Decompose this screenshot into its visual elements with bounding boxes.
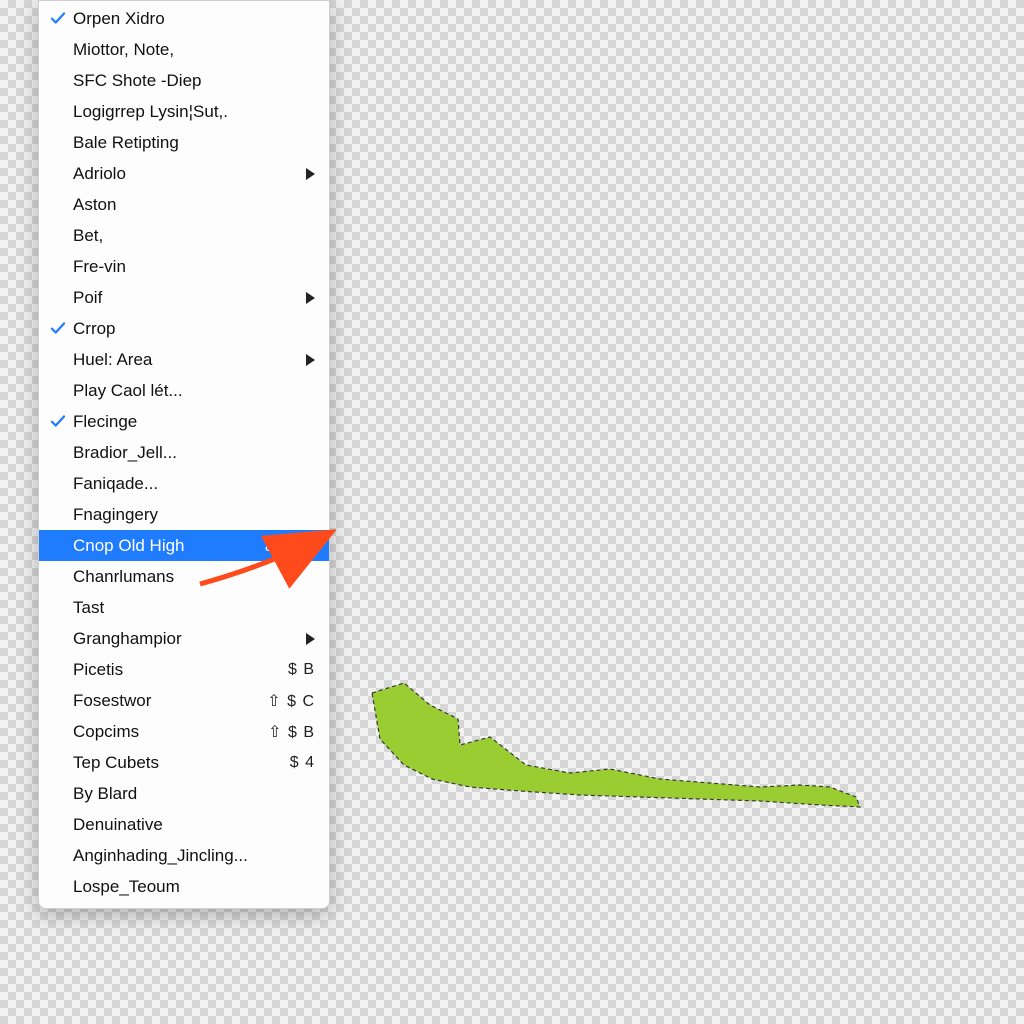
check-icon (49, 9, 67, 27)
menu-item-5[interactable]: Adriolo (39, 158, 329, 189)
menu-item-label: Bale Retipting (73, 133, 315, 153)
menu-item-label: Chanrlumans (73, 567, 315, 587)
menu-item-label: Fosestwor (73, 691, 257, 711)
menu-item-12[interactable]: Play Caol lét... (39, 375, 329, 406)
menu-item-0[interactable]: Orpen Xidro (39, 3, 329, 34)
menu-item-4[interactable]: Bale Retipting (39, 127, 329, 158)
chevron-right-icon (306, 633, 315, 645)
menu-item-label: Crrop (73, 319, 315, 339)
menu-item-8[interactable]: Fre-vin (39, 251, 329, 282)
menu-item-10[interactable]: Crrop (39, 313, 329, 344)
menu-item-label: Poif (73, 288, 296, 308)
menu-item-28[interactable]: Lospe_Teoum (39, 871, 329, 902)
chevron-right-icon (306, 540, 315, 552)
menu-item-label: By Blard (73, 784, 315, 804)
menu-item-24[interactable]: Tep Cubets $ 4 (39, 747, 329, 778)
menu-item-16[interactable]: Fnagingery (39, 499, 329, 530)
menu-item-label: Adriolo (73, 164, 296, 184)
menu-item-shortcut: ⇧ $ C (267, 691, 315, 711)
menu-item-label: Fnagingery (73, 505, 315, 525)
menu-item-shortcut: ⇧ $ B (268, 722, 315, 742)
chevron-right-icon (306, 354, 315, 366)
menu-item-label: Flecinge (73, 412, 315, 432)
menu-item-25[interactable]: By Blard (39, 778, 329, 809)
menu-item-6[interactable]: Aston (39, 189, 329, 220)
menu-item-27[interactable]: Anginhading_Jincling... (39, 840, 329, 871)
menu-item-label: Bradior_Jell... (73, 443, 315, 463)
dropdown-menu[interactable]: Orpen Xidro Miottor, Note, SFC Shote -Diep… (38, 0, 330, 909)
menu-item-20[interactable]: Granghampior (39, 623, 329, 654)
selection-shape[interactable] (360, 675, 870, 815)
menu-item-shortcut: ⌘ $ (264, 536, 296, 556)
menu-item-label: Picetis (73, 660, 278, 680)
menu-item-label: Lospe_Teoum (73, 877, 315, 897)
menu-item-label: Huel: Area (73, 350, 296, 370)
menu-item-label: Anginhading_Jincling... (73, 846, 315, 866)
menu-item-label: Bet, (73, 226, 315, 246)
menu-item-23[interactable]: Copcims ⇧ $ B (39, 716, 329, 747)
menu-item-18[interactable]: Chanrlumans (39, 561, 329, 592)
menu-item-label: Copcims (73, 722, 258, 742)
chevron-right-icon (306, 292, 315, 304)
menu-item-label: Granghampior (73, 629, 296, 649)
menu-item-label: Miottor, Note, (73, 40, 315, 60)
menu-item-label: Faniqade... (73, 474, 315, 494)
menu-item-14[interactable]: Bradior_Jell... (39, 437, 329, 468)
menu-item-label: Tast (73, 598, 315, 618)
menu-item-label: Logigrrep Lysin¦Sut,. (73, 102, 315, 122)
menu-item-11[interactable]: Huel: Area (39, 344, 329, 375)
menu-item-label: Aston (73, 195, 315, 215)
menu-item-3[interactable]: Logigrrep Lysin¦Sut,. (39, 96, 329, 127)
menu-item-17[interactable]: Cnop Old High ⌘ $ (39, 530, 329, 561)
menu-item-2[interactable]: SFC Shote -Diep (39, 65, 329, 96)
menu-item-13[interactable]: Flecinge (39, 406, 329, 437)
menu-item-label: Tep Cubets (73, 753, 280, 773)
menu-item-26[interactable]: Denuinative (39, 809, 329, 840)
check-icon (49, 412, 67, 430)
menu-item-15[interactable]: Faniqade... (39, 468, 329, 499)
menu-item-shortcut: $ B (288, 661, 315, 679)
menu-item-21[interactable]: Picetis $ B (39, 654, 329, 685)
check-icon (49, 319, 67, 337)
menu-item-7[interactable]: Bet, (39, 220, 329, 251)
chevron-right-icon (306, 168, 315, 180)
menu-item-shortcut: $ 4 (290, 754, 315, 772)
menu-item-label: Cnop Old High (73, 536, 254, 556)
menu-item-9[interactable]: Poif (39, 282, 329, 313)
menu-item-label: Denuinative (73, 815, 315, 835)
menu-item-label: SFC Shote -Diep (73, 71, 315, 91)
menu-item-label: Play Caol lét... (73, 381, 315, 401)
menu-item-22[interactable]: Fosestwor ⇧ $ C (39, 685, 329, 716)
menu-item-label: Fre-vin (73, 257, 315, 277)
menu-item-label: Orpen Xidro (73, 9, 315, 29)
menu-item-19[interactable]: Tast (39, 592, 329, 623)
menu-item-1[interactable]: Miottor, Note, (39, 34, 329, 65)
